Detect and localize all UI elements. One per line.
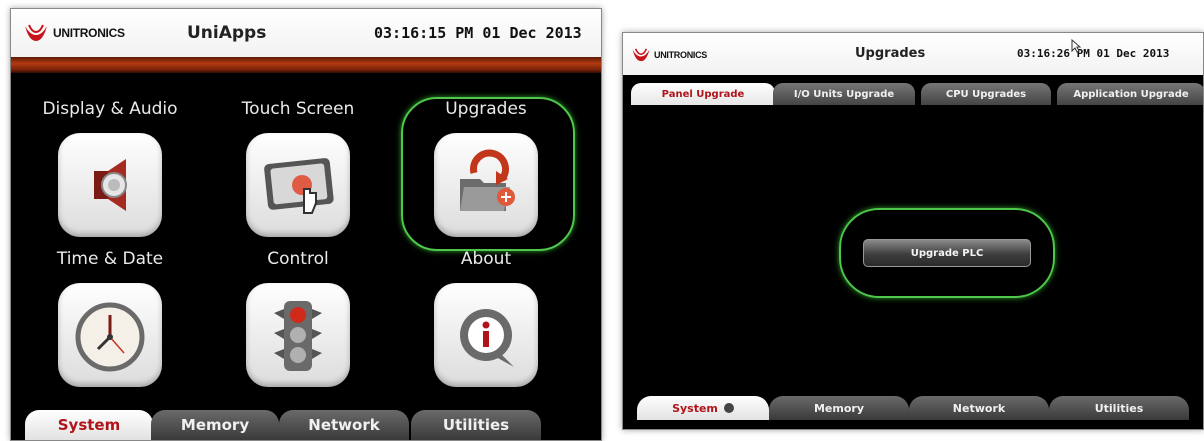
app-label-time-date: Time & Date <box>56 249 164 269</box>
tab-system[interactable]: System <box>637 396 769 420</box>
app-time-date-button[interactable] <box>58 283 162 387</box>
tab-network[interactable]: Network <box>909 396 1049 420</box>
unitronics-logo-mark <box>25 24 47 41</box>
tab-io-units-upgrade[interactable]: I/O Units Upgrade <box>773 83 915 105</box>
tab-utilities[interactable]: Utilities <box>1049 396 1189 420</box>
app-control-button[interactable] <box>246 283 350 387</box>
traffic-light-icon <box>274 301 322 371</box>
logo-text: UNITRONICS <box>53 26 125 40</box>
header-bar: UNITRONICS UniApps 03:16:15 PM 01 Dec 20… <box>11 9 601 57</box>
app-display-audio-button[interactable] <box>58 133 162 237</box>
time-text: 03:16:15 PM <box>374 24 474 42</box>
app-about-button[interactable] <box>434 283 538 387</box>
mouse-cursor-icon <box>1071 39 1081 53</box>
tab-panel-upgrade[interactable]: Panel Upgrade <box>631 83 775 105</box>
header-bar: UNITRONICS Upgrades 03:16:26 PM 01 Dec 2… <box>623 33 1203 75</box>
logo-text: UNITRONICS <box>654 50 707 60</box>
page-title: Upgrades <box>855 46 926 61</box>
header-accent-bar <box>11 57 601 73</box>
date-text: 01 Dec 2013 <box>1096 47 1170 60</box>
unitronics-logo: UNITRONICS <box>631 47 707 63</box>
tab-memory[interactable]: Memory <box>151 410 279 440</box>
touch-screen-icon <box>264 158 334 214</box>
clock-icon <box>75 302 145 372</box>
app-touch-screen-button[interactable] <box>246 133 350 237</box>
tab-memory[interactable]: Memory <box>769 396 909 420</box>
uniapps-screen: UNITRONICS UniApps 03:16:15 PM 01 Dec 20… <box>10 8 602 441</box>
unitronics-logo: UNITRONICS <box>23 23 125 43</box>
info-icon <box>460 309 514 367</box>
app-label-touch-screen: Touch Screen <box>241 99 355 119</box>
clock-readout: 03:16:26 PM 01 Dec 2013 <box>1017 47 1169 60</box>
app-label-display-audio: Display & Audio <box>42 99 178 119</box>
tab-utilities[interactable]: Utilities <box>411 410 541 440</box>
app-label-about: About <box>460 249 512 269</box>
tab-system[interactable]: System <box>25 410 153 440</box>
tab-cpu-upgrades[interactable]: CPU Upgrades <box>921 83 1051 105</box>
page-title: UniApps <box>187 23 267 43</box>
unitronics-logo-mark <box>632 48 650 62</box>
app-label-control: Control <box>267 249 329 269</box>
upgrade-folder-icon <box>460 149 515 211</box>
clock-readout: 03:16:15 PM 01 Dec 2013 <box>374 24 582 42</box>
date-text: 01 Dec 2013 <box>482 24 582 42</box>
upgrades-screen: UNITRONICS Upgrades 03:16:26 PM 01 Dec 2… <box>622 32 1204 430</box>
tab-network[interactable]: Network <box>279 410 409 440</box>
tab-application-upgrade[interactable]: Application Upgrade <box>1057 83 1203 105</box>
speaker-icon <box>94 159 127 211</box>
app-upgrades-button[interactable] <box>434 133 538 237</box>
upgrade-plc-button[interactable]: Upgrade PLC <box>863 239 1031 267</box>
menu-dot-icon <box>723 403 734 413</box>
app-label-upgrades: Upgrades <box>445 99 527 119</box>
tab-system-label: System <box>672 401 718 415</box>
